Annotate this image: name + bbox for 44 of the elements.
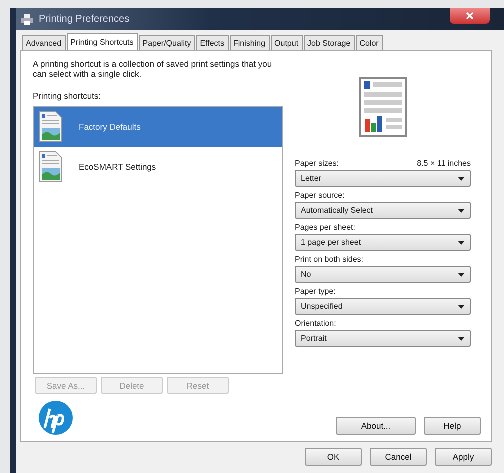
dialog-button[interactable]: OK bbox=[305, 448, 362, 466]
tab[interactable]: Paper/Quality bbox=[138, 35, 196, 50]
window-title: Printing Preferences bbox=[39, 14, 130, 24]
caret-icon bbox=[458, 304, 465, 308]
panel-button[interactable]: About... bbox=[336, 417, 416, 435]
setting-dropdown[interactable]: No bbox=[295, 266, 471, 283]
page-preview-icon bbox=[359, 77, 407, 137]
paper-size-text: 8.5 × 11 inches bbox=[417, 159, 471, 168]
setting-dropdown[interactable]: Automatically Select bbox=[295, 202, 471, 219]
shortcut-item[interactable]: EcoSMART Settings bbox=[34, 149, 282, 185]
setting-label: Pages per sheet: bbox=[295, 223, 356, 232]
tab[interactable]: Output bbox=[270, 35, 303, 50]
caret-icon bbox=[458, 176, 465, 180]
tab[interactable]: Finishing bbox=[230, 35, 270, 50]
caret-icon bbox=[458, 208, 465, 212]
printer-icon bbox=[21, 14, 33, 24]
setting-dropdown[interactable]: 1 page per sheet bbox=[295, 234, 471, 251]
setting-dropdown[interactable]: Portrait bbox=[295, 330, 471, 347]
dialog-button[interactable]: Apply bbox=[435, 448, 492, 466]
description-text: A printing shortcut is a collection of saved print settings that you can select with a single click. bbox=[33, 59, 274, 79]
setting-dropdown[interactable]: Letter bbox=[295, 170, 471, 187]
close-icon bbox=[466, 12, 474, 20]
dialog-button[interactable]: Cancel bbox=[370, 448, 427, 466]
caret-icon bbox=[458, 272, 465, 276]
tab[interactable]: Effects bbox=[196, 35, 229, 50]
tab[interactable]: Color bbox=[356, 35, 383, 50]
caret-icon bbox=[458, 336, 465, 340]
tab[interactable]: Advanced bbox=[22, 35, 66, 50]
setting-label: Paper source: bbox=[295, 191, 345, 200]
close-button[interactable] bbox=[450, 8, 490, 24]
caret-icon bbox=[458, 240, 465, 244]
setting-label: Print on both sides: bbox=[295, 255, 364, 264]
shortcuts-label: Printing shortcuts: bbox=[33, 91, 102, 101]
setting-dropdown[interactable]: Unspecified bbox=[295, 298, 471, 315]
panel-button[interactable]: Help bbox=[424, 417, 481, 435]
document-picture-icon bbox=[39, 111, 63, 143]
tab[interactable]: Printing Shortcuts bbox=[66, 33, 138, 50]
document-picture-icon bbox=[39, 151, 63, 183]
tab[interactable]: Job Storage bbox=[304, 35, 355, 50]
shortcut-item[interactable]: Factory Defaults bbox=[34, 107, 282, 147]
setting-label: Paper sizes: bbox=[295, 159, 340, 168]
setting-label: Orientation: bbox=[295, 319, 336, 328]
setting-label: Paper type: bbox=[295, 287, 336, 296]
logo-icon bbox=[39, 401, 73, 435]
